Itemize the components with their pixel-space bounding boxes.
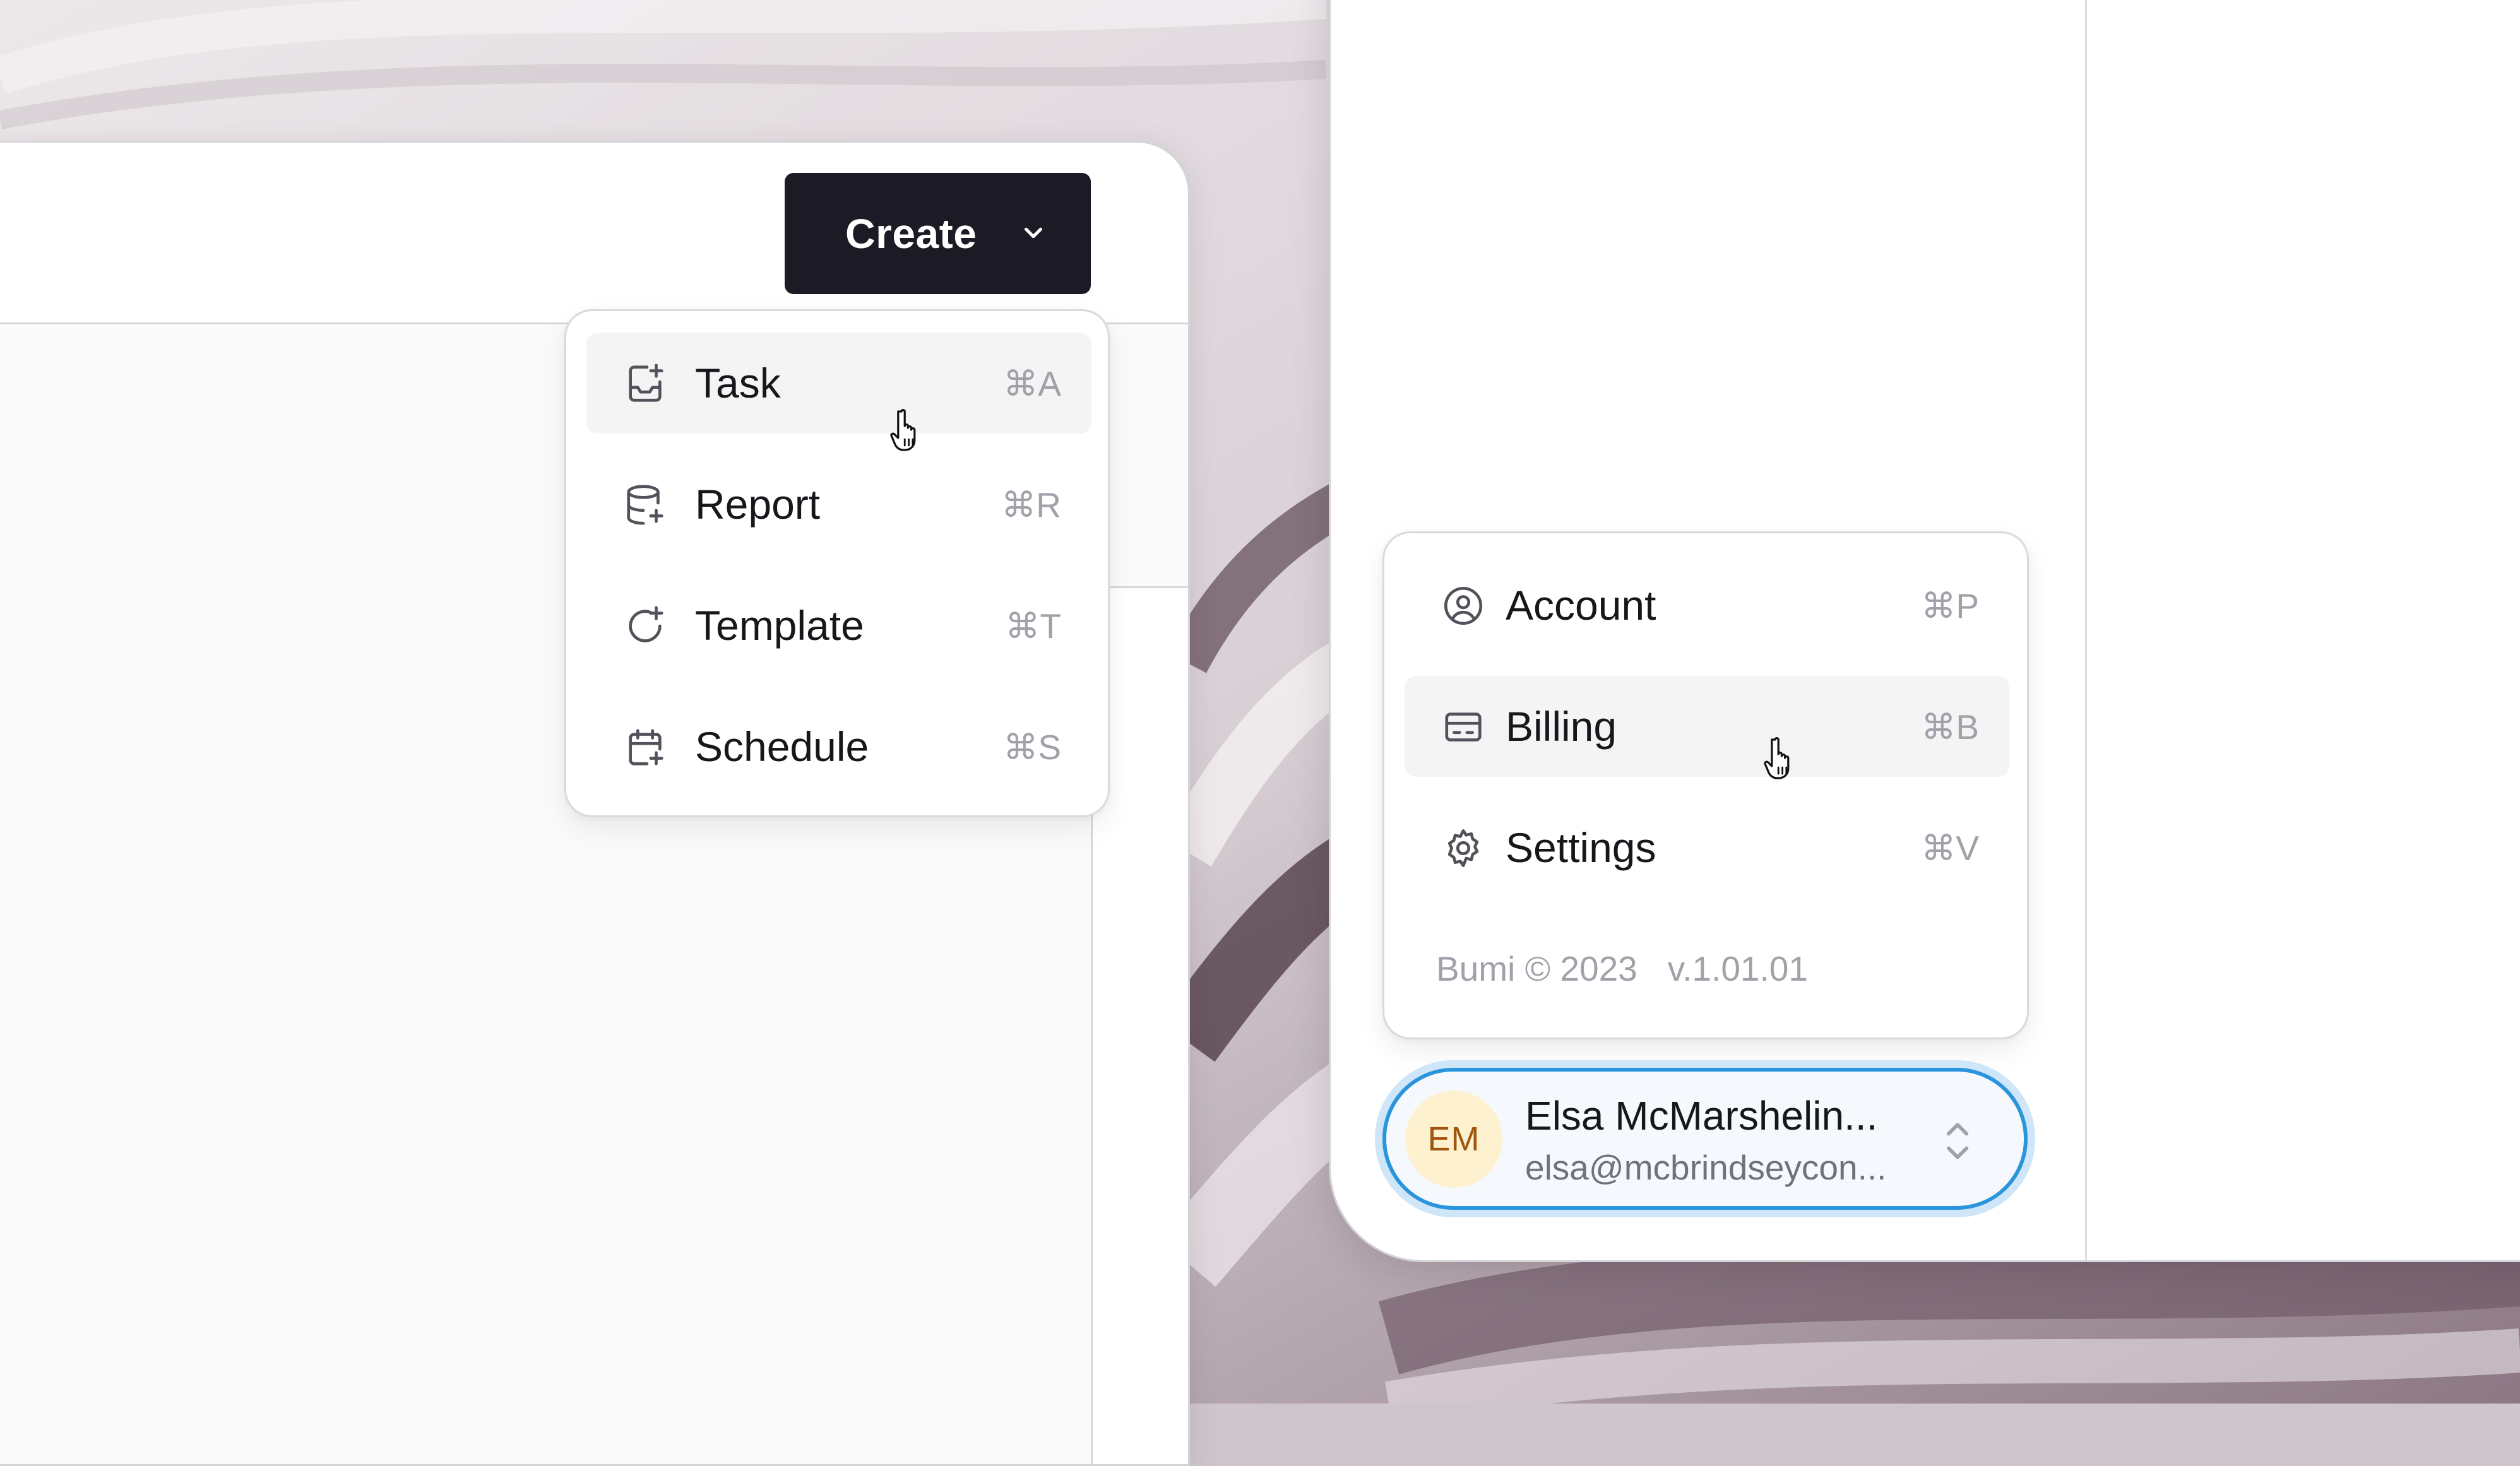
menu-item-label: Task [695, 360, 781, 406]
menu-item-billing[interactable]: Billing ⌘B [1405, 676, 2009, 777]
chevron-down-icon [1025, 227, 1042, 239]
create-button[interactable]: Create [785, 173, 1091, 294]
shortcut-hint: ⌘T [1005, 606, 1061, 646]
menu-item-task[interactable]: Task ⌘A [586, 333, 1091, 434]
hand-cursor-icon [890, 409, 916, 451]
pane-divider [2085, 0, 2087, 1260]
version-text: v.1.01.01 [1667, 949, 1808, 988]
menu-item-label: Settings [1506, 824, 1656, 871]
refresh-icon [623, 604, 667, 648]
avatar: EM [1405, 1091, 1502, 1188]
shortcut-hint: ⌘V [1921, 829, 1979, 868]
chevron-up-down-icon [1946, 1123, 1969, 1159]
shortcut-hint: ⌘R [1001, 485, 1061, 524]
inbox-plus-icon [623, 362, 667, 406]
shortcut-hint: ⌘S [1003, 728, 1061, 767]
menu-item-account[interactable]: Account ⌘P [1405, 555, 2009, 656]
user-circle-icon [1441, 584, 1485, 628]
shortcut-hint: ⌘A [1003, 364, 1061, 403]
shortcut-hint: ⌘P [1921, 586, 1979, 625]
user-email: elsa@mcbrindseycon... [1525, 1148, 1887, 1187]
create-dropdown-menu: Task ⌘A Report ⌘R Template ⌘T Schedule ⌘… [564, 309, 1110, 817]
user-name: Elsa McMarshelin... [1525, 1093, 1878, 1138]
credit-card-icon [1441, 705, 1485, 749]
menu-item-label: Template [695, 602, 864, 649]
shortcut-hint: ⌘B [1921, 707, 1979, 747]
menu-item-schedule[interactable]: Schedule ⌘S [586, 696, 1091, 797]
user-switcher[interactable]: EM Elsa McMarshelin... elsa@mcbrindseyco… [1382, 1068, 2028, 1210]
menu-item-label: Account [1506, 582, 1656, 629]
gear-icon [1441, 826, 1485, 870]
menu-item-template[interactable]: Template ⌘T [586, 575, 1091, 676]
copyright-text: Bumi © 2023 [1436, 949, 1637, 988]
database-plus-icon [623, 483, 667, 527]
menu-item-settings[interactable]: Settings ⌘V [1405, 797, 2009, 898]
menu-item-report[interactable]: Report ⌘R [586, 454, 1091, 555]
menu-item-label: Billing [1506, 703, 1617, 750]
calendar-plus-icon [623, 725, 667, 769]
hand-cursor-icon [1764, 737, 1790, 779]
app-footer: Bumi © 2023 v.1.01.01 [1436, 949, 1808, 989]
menu-item-label: Schedule [695, 723, 869, 770]
create-button-label: Create [845, 210, 977, 257]
menu-item-label: Report [695, 481, 821, 528]
